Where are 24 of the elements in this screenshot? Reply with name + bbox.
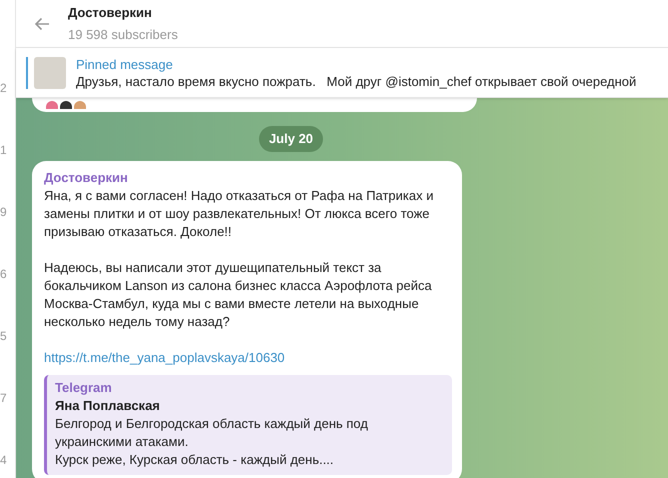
preview-site: Telegram	[55, 378, 113, 396]
preview-text: Белгород и Белгородская область каждый день под украинскими атаками.	[55, 414, 369, 450]
message-text: Яна, я с вами согласен! Надо отказаться от Рафа на Патриках и замены плитки и от шоу развлекательных! От люкса всего тоже призываю отказаться. Доколе!!	[44, 186, 434, 240]
message-text: Надеюсь, вы написали этот душещипательный текст за бокальчиком Lanson из салона бизнес класса Аэрофлота рейса Москва-Стамбул, куда мы с вами вместе летели на выходные несколько недель тому назад?	[44, 258, 433, 330]
link-preview[interactable]: Telegram Яна Поплавская Белгород и Белгородская область каждый день под украинскими атаками. Курск реже, Курская область - каждый день....	[44, 374, 452, 474]
unread-counter: 9	[0, 204, 8, 220]
back-arrow-icon[interactable]	[34, 16, 50, 30]
unread-counter: 2	[0, 80, 8, 96]
preview-text: Курск реже, Курская область - каждый день....	[55, 450, 335, 468]
pinned-label: Pinned message	[76, 56, 174, 72]
subscriber-count: 19 598 subscribers	[68, 26, 178, 44]
channel-title: Достоверкин	[68, 4, 153, 22]
unread-counter: 5	[0, 328, 8, 344]
unread-counter: 7	[0, 390, 8, 406]
unread-counter: 1	[0, 142, 8, 158]
pinned-bar[interactable]: Pinned message Друзья, настало время вкусно пожрать. Мой друг @istomin_chef открывает свой очередной	[16, 48, 668, 98]
photo-placeholder	[34, 56, 66, 88]
pinned-text: Друзья, настало время вкусно пожрать. Мой друг @istomin_chef открывает свой очередной	[76, 72, 636, 90]
unread-counter: 4	[0, 452, 8, 468]
unread-counter: 6	[0, 266, 8, 282]
date-pill: July 20	[258, 126, 324, 152]
message-author: Достоверкин	[44, 168, 129, 186]
message-link[interactable]: https://t.me/the_yana_poplavskaya/10630	[44, 348, 452, 366]
preview-title: Яна Поплавская	[55, 396, 161, 414]
